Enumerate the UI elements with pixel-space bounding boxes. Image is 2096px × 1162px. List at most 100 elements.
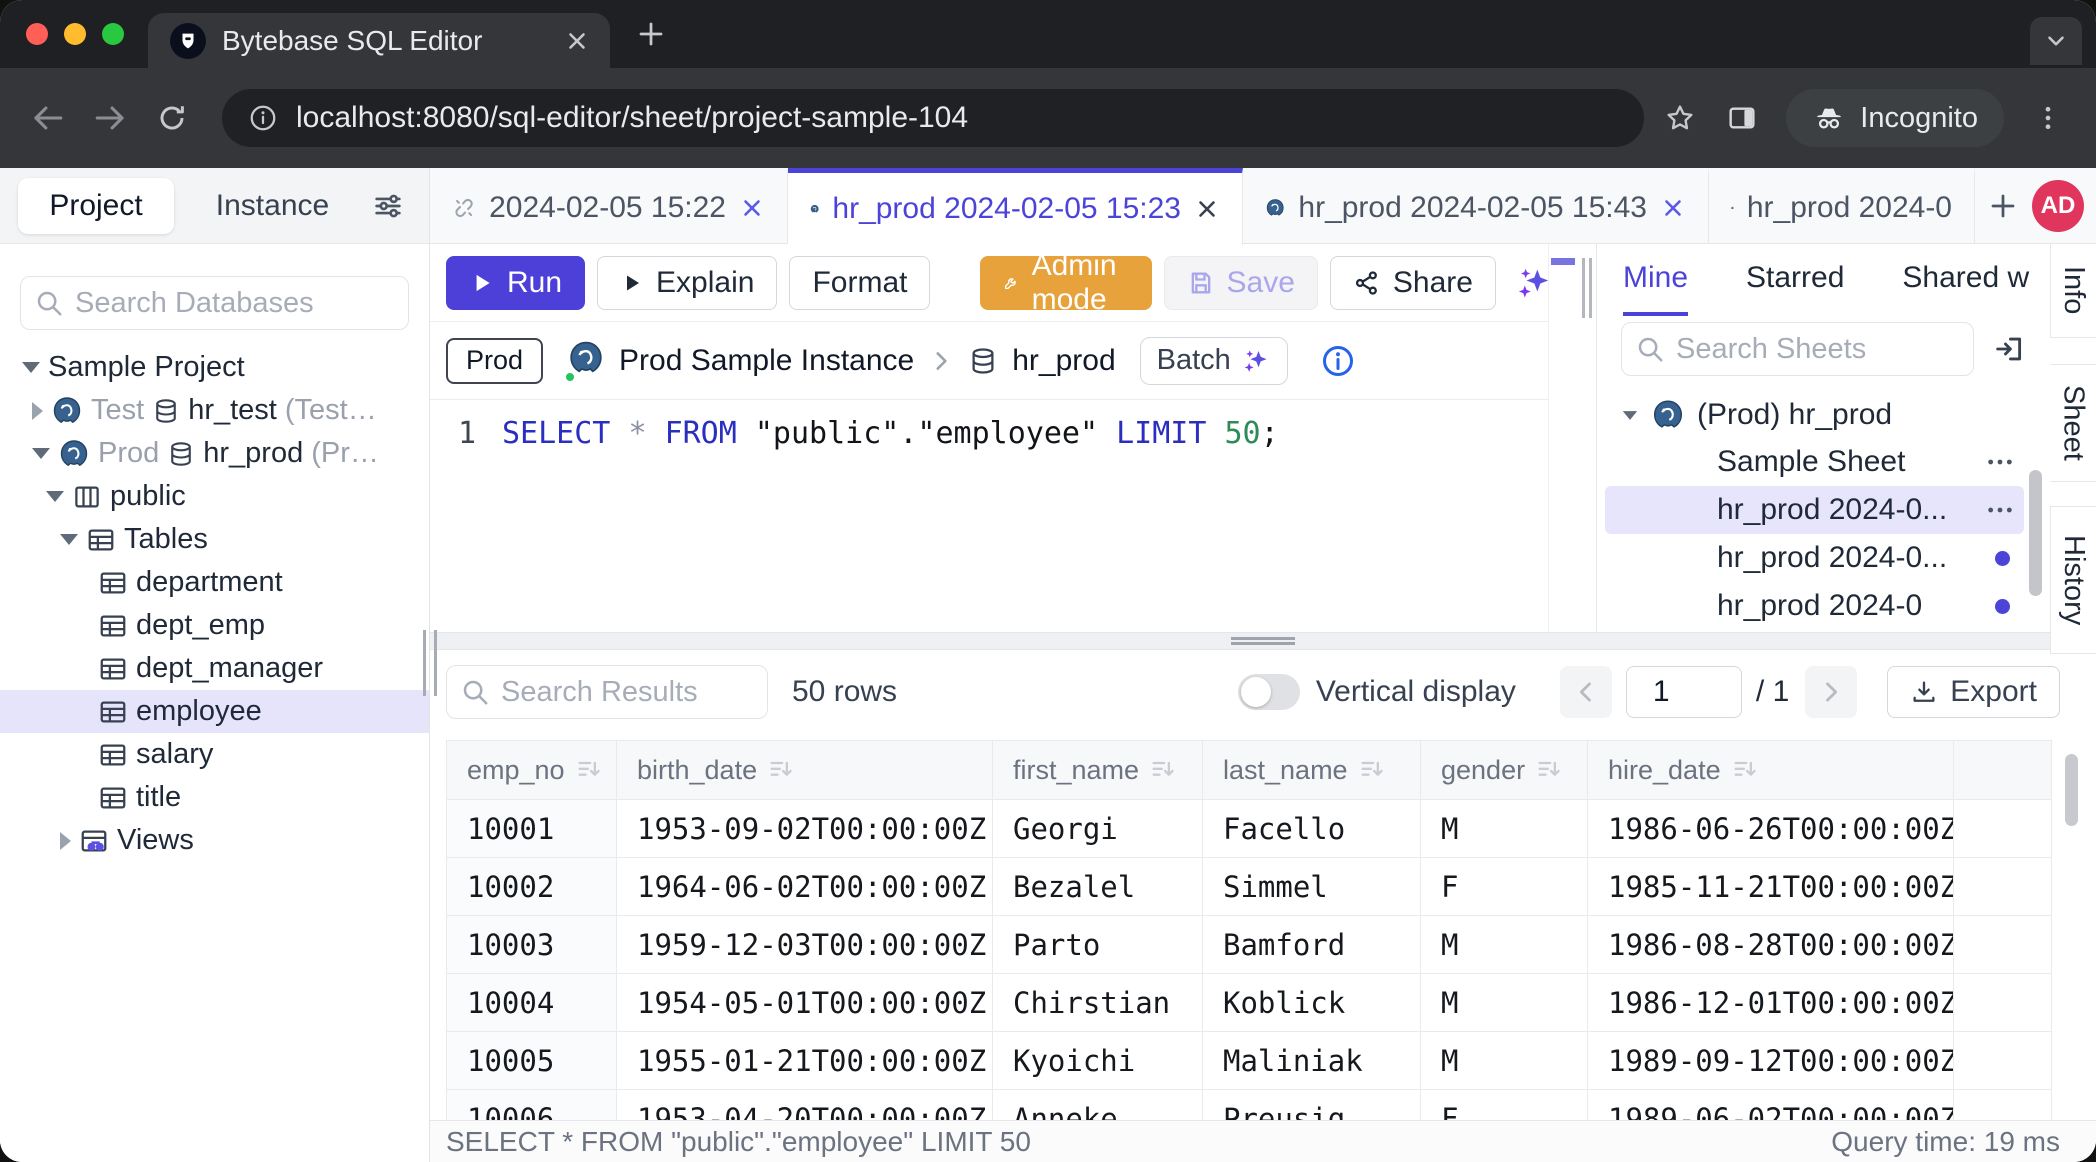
tree-item-tables-group[interactable]: Tables xyxy=(0,518,429,561)
tree-item-test-database[interactable]: Test hr_test (Test… xyxy=(0,389,429,432)
import-sheet-icon[interactable] xyxy=(1992,332,2026,366)
tab-starred[interactable]: Starred xyxy=(1746,244,1844,316)
side-panel-button[interactable] xyxy=(1716,92,1768,144)
sheet-tab-4[interactable]: hr_prod 2024-0 xyxy=(1709,168,1975,243)
table-cell[interactable]: Koblick xyxy=(1203,974,1421,1032)
rail-tab-info[interactable]: Info xyxy=(2050,244,2096,338)
table-cell[interactable]: 1953-09-02T00:00:00Z xyxy=(617,800,993,858)
table-cell[interactable]: 1986-12-01T00:00:00Z xyxy=(1588,974,1954,1032)
table-cell[interactable]: F xyxy=(1421,858,1588,916)
vertical-display-toggle[interactable] xyxy=(1238,674,1300,710)
page-number-input[interactable] xyxy=(1626,666,1742,718)
sheet-item-unsaved[interactable]: hr_prod 2024-0... xyxy=(1597,534,2024,582)
sheet-group-prod-hr-prod[interactable]: (Prod) hr_prod xyxy=(1597,392,2050,438)
new-sheet-button[interactable] xyxy=(1975,168,2031,243)
table-cell[interactable]: M xyxy=(1421,800,1588,858)
table-cell[interactable]: Georgi xyxy=(993,800,1203,858)
search-sheets-input[interactable] xyxy=(1621,322,1974,376)
table-cell[interactable]: 1989-09-12T00:00:00Z xyxy=(1588,1032,1954,1090)
table-cell[interactable]: M xyxy=(1421,1032,1588,1090)
table-cell[interactable]: Bamford xyxy=(1203,916,1421,974)
tab-search-button[interactable] xyxy=(2030,17,2082,65)
table-cell[interactable]: 10003 xyxy=(446,916,617,974)
table-cell[interactable]: Maliniak xyxy=(1203,1032,1421,1090)
table-cell[interactable]: 10006 xyxy=(446,1090,617,1120)
reload-button[interactable] xyxy=(146,92,198,144)
table-cell[interactable]: 1964-06-02T00:00:00Z xyxy=(617,858,993,916)
column-header-last_name[interactable]: last_name xyxy=(1203,740,1421,800)
tree-item-table-dept-emp[interactable]: dept_emp xyxy=(0,604,429,647)
table-cell[interactable]: 1955-01-21T00:00:00Z xyxy=(617,1032,993,1090)
kebab-menu-icon[interactable] xyxy=(1984,494,2016,526)
table-cell[interactable]: Simmel xyxy=(1203,858,1421,916)
sheet-tab-3[interactable]: hr_prod 2024-02-05 15:43 xyxy=(1243,168,1709,243)
tree-item-project[interactable]: Sample Project xyxy=(0,346,429,389)
tab-shared[interactable]: Shared w xyxy=(1902,244,2029,316)
format-button[interactable]: Format xyxy=(789,256,930,310)
new-tab-icon[interactable] xyxy=(636,19,666,49)
sheet-list-scrollbar[interactable] xyxy=(2029,470,2042,596)
sheet-item-unsaved-clipped[interactable]: hr_prod 2024-0 xyxy=(1597,582,2024,630)
table-cell[interactable]: Chirstian xyxy=(993,974,1203,1032)
table-cell[interactable]: M xyxy=(1421,974,1588,1032)
close-icon[interactable] xyxy=(1194,196,1220,222)
forward-button[interactable] xyxy=(84,92,136,144)
table-cell[interactable]: 1989-06-02T00:00:00Z xyxy=(1588,1090,1954,1120)
column-header-birth_date[interactable]: birth_date xyxy=(617,740,993,800)
browser-menu-button[interactable] xyxy=(2022,92,2074,144)
batch-button[interactable]: Batch xyxy=(1140,337,1288,385)
filter-settings-icon[interactable] xyxy=(371,189,405,223)
instance-name[interactable]: Prod Sample Instance xyxy=(619,344,914,378)
table-cell[interactable]: 1986-06-26T00:00:00Z xyxy=(1588,800,1954,858)
database-name[interactable]: hr_prod xyxy=(1012,344,1115,378)
table-cell[interactable]: 10002 xyxy=(446,858,617,916)
tree-item-schema-public[interactable]: public xyxy=(0,475,429,518)
search-results-input[interactable] xyxy=(446,665,768,719)
table-cell[interactable]: 1959-12-03T00:00:00Z xyxy=(617,916,993,974)
sheet-item-selected[interactable]: hr_prod 2024-0... xyxy=(1605,486,2024,534)
editor-minimap[interactable] xyxy=(1548,244,1578,632)
table-cell[interactable]: Bezalel xyxy=(993,858,1203,916)
table-cell[interactable]: 10004 xyxy=(446,974,617,1032)
share-button[interactable]: Share xyxy=(1330,256,1496,310)
search-databases-input[interactable] xyxy=(20,276,409,330)
sidebar-resize-handle[interactable] xyxy=(423,630,437,696)
table-cell[interactable]: Anneke xyxy=(993,1090,1203,1120)
results-scrollbar[interactable] xyxy=(2065,754,2078,826)
next-page-button[interactable] xyxy=(1805,666,1857,718)
sheet-tab-2-active[interactable]: hr_prod 2024-02-05 15:23 xyxy=(788,168,1243,245)
sheet-item-sample-sheet[interactable]: Sample Sheet xyxy=(1597,438,2024,486)
table-cell[interactable]: M xyxy=(1421,916,1588,974)
close-tab-icon[interactable] xyxy=(564,28,590,54)
rail-tab-sheet[interactable]: Sheet xyxy=(2050,364,2096,482)
table-cell[interactable]: 1985-11-21T00:00:00Z xyxy=(1588,858,1954,916)
kebab-menu-icon[interactable] xyxy=(1984,446,2016,478)
results-resize-handle[interactable] xyxy=(430,632,2096,650)
back-button[interactable] xyxy=(22,92,74,144)
table-cell[interactable]: 1953-04-20T00:00:00Z xyxy=(617,1090,993,1120)
site-info-icon[interactable] xyxy=(248,103,278,133)
sheet-tab-1[interactable]: 2024-02-05 15:22 xyxy=(430,168,788,243)
prev-page-button[interactable] xyxy=(1560,666,1612,718)
table-cell[interactable]: Facello xyxy=(1203,800,1421,858)
export-button[interactable]: Export xyxy=(1887,666,2060,718)
column-header-first_name[interactable]: first_name xyxy=(993,740,1203,800)
tree-item-table-department[interactable]: department xyxy=(0,561,429,604)
close-icon[interactable] xyxy=(1660,195,1686,221)
connection-info-button[interactable] xyxy=(1320,343,1356,379)
rail-tab-history[interactable]: History xyxy=(2050,506,2096,654)
table-cell[interactable]: Preusig xyxy=(1203,1090,1421,1120)
close-icon[interactable] xyxy=(739,195,765,221)
admin-mode-button[interactable]: Admin mode xyxy=(980,256,1151,310)
tree-item-views-group[interactable]: Views xyxy=(0,819,429,862)
run-button[interactable]: Run xyxy=(446,256,585,310)
table-cell[interactable]: 10005 xyxy=(446,1032,617,1090)
table-cell[interactable]: Parto xyxy=(993,916,1203,974)
url-bar[interactable]: localhost:8080/sql-editor/sheet/project-… xyxy=(222,89,1644,147)
sql-editor[interactable]: 1 SELECT * FROM "public"."employee" LIMI… xyxy=(430,400,1548,632)
column-header-gender[interactable]: gender xyxy=(1421,740,1588,800)
tree-item-table-salary[interactable]: salary xyxy=(0,733,429,776)
column-header-hire_date[interactable]: hire_date xyxy=(1588,740,1954,800)
tree-item-table-employee[interactable]: employee xyxy=(0,690,429,733)
browser-tab[interactable]: Bytebase SQL Editor xyxy=(148,13,610,68)
